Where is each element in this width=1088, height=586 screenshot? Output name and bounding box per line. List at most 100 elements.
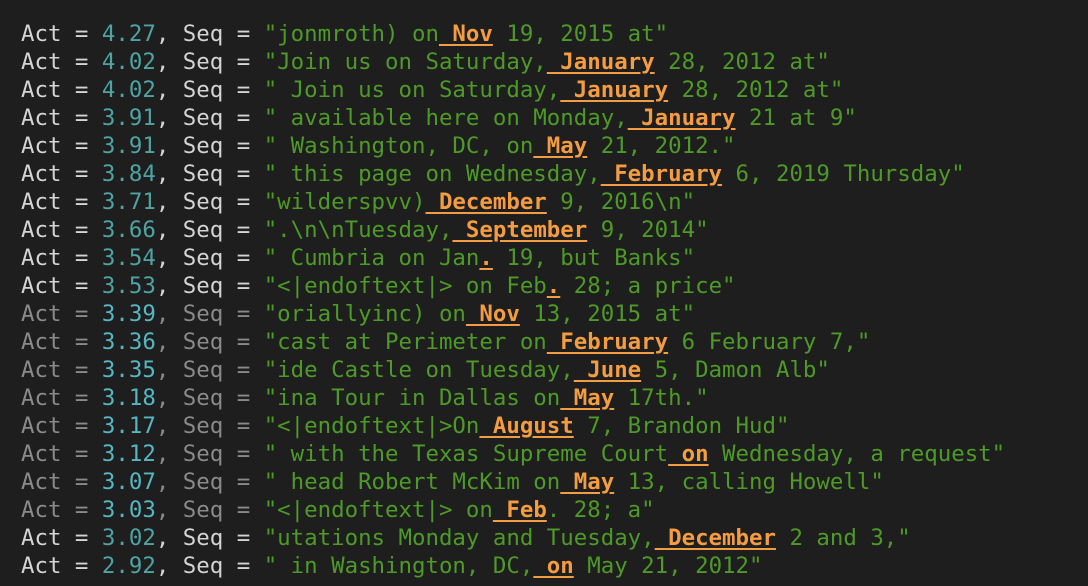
sequence-prefix: "jonmroth) on — [263, 21, 439, 47]
highlighted-token: Nov — [438, 21, 493, 47]
equals-sign: = — [223, 385, 264, 411]
seq-label: Seq — [182, 217, 224, 243]
equals-sign: = — [61, 441, 102, 467]
sequence-prefix: " Cumbria on Jan — [263, 245, 480, 271]
sequence-prefix: "wilderspvv) — [263, 189, 426, 215]
sequence-prefix: " Join us on Saturday, — [263, 77, 561, 103]
sequence-suffix: 28, 2012 at" — [668, 77, 844, 103]
highlighted-token: December — [654, 525, 776, 551]
act-label: Act — [21, 329, 62, 355]
activation-row: Act = 3.36, Seq = "cast at Perimeter on … — [21, 328, 1081, 356]
equals-sign: = — [223, 21, 264, 47]
highlighted-token: January — [560, 77, 669, 103]
highlighted-token: June — [573, 357, 642, 383]
activation-value: 4.02 — [101, 77, 156, 103]
seq-label: Seq — [182, 329, 224, 355]
sequence-suffix: 9, 2014" — [587, 217, 709, 243]
equals-sign: = — [223, 133, 264, 159]
separator-comma: , — [155, 105, 183, 131]
separator-comma: , — [155, 525, 183, 551]
highlighted-token: January — [546, 49, 655, 75]
act-label: Act — [21, 105, 62, 131]
equals-sign: = — [223, 357, 264, 383]
sequence-suffix: 9, 2016\n" — [546, 189, 696, 215]
activation-value: 3.02 — [101, 525, 156, 551]
seq-label: Seq — [182, 21, 224, 47]
equals-sign: = — [61, 329, 102, 355]
activation-value: 3.35 — [101, 357, 156, 383]
seq-label: Seq — [182, 385, 224, 411]
activation-value: 3.36 — [101, 329, 156, 355]
sequence-prefix: "oriallyinc) on — [263, 301, 466, 327]
activation-value: 2.92 — [101, 553, 156, 579]
activation-value: 3.53 — [101, 273, 156, 299]
equals-sign: = — [223, 441, 264, 467]
seq-label: Seq — [182, 525, 224, 551]
highlighted-token: February — [546, 329, 669, 355]
separator-comma: , — [155, 21, 183, 47]
act-label: Act — [21, 49, 62, 75]
sequence-prefix: "utations Monday and Tuesday, — [263, 525, 655, 551]
equals-sign: = — [61, 385, 102, 411]
sequence-prefix: "Join us on Saturday, — [263, 49, 547, 75]
act-label: Act — [21, 77, 62, 103]
seq-label: Seq — [182, 105, 224, 131]
activation-row: Act = 3.84, Seq = " this page on Wednesd… — [21, 160, 1081, 188]
separator-comma: , — [155, 553, 183, 579]
seq-label: Seq — [182, 245, 224, 271]
separator-comma: , — [155, 77, 183, 103]
sequence-prefix: "<|endoftext|> on — [263, 497, 493, 523]
equals-sign: = — [61, 105, 102, 131]
activation-row: Act = 3.35, Seq = "ide Castle on Tuesday… — [21, 356, 1081, 384]
sequence-prefix: "<|endoftext|>On — [263, 413, 480, 439]
equals-sign: = — [223, 49, 264, 75]
seq-label: Seq — [182, 273, 224, 299]
act-label: Act — [21, 357, 62, 383]
seq-label: Seq — [182, 133, 224, 159]
sequence-suffix: 2 and 3," — [775, 525, 911, 551]
sequence-suffix: 21 at 9" — [735, 105, 857, 131]
separator-comma: , — [155, 133, 183, 159]
activation-row: Act = 3.07, Seq = " head Robert McKim on… — [21, 468, 1081, 496]
sequence-suffix: 19, 2015 at" — [492, 21, 669, 47]
activation-value: 3.91 — [101, 105, 156, 131]
highlighted-token: December — [425, 189, 547, 215]
seq-label: Seq — [182, 413, 224, 439]
highlighted-token: on — [533, 553, 574, 579]
seq-label: Seq — [182, 49, 224, 75]
seq-label: Seq — [182, 497, 224, 523]
act-label: Act — [21, 217, 62, 243]
activation-row: Act = 3.53, Seq = "<|endoftext|> on Feb.… — [21, 272, 1081, 300]
equals-sign: = — [223, 161, 264, 187]
separator-comma: , — [155, 49, 183, 75]
activation-value: 3.18 — [101, 385, 156, 411]
activation-value: 4.27 — [101, 21, 156, 47]
seq-label: Seq — [182, 357, 224, 383]
seq-label: Seq — [182, 553, 224, 579]
sequence-prefix: " with the Texas Supreme Court — [263, 441, 669, 467]
activation-row: Act = 3.54, Seq = " Cumbria on Jan. 19, … — [21, 244, 1081, 272]
act-label: Act — [21, 413, 62, 439]
equals-sign: = — [223, 329, 264, 355]
activation-row: Act = 3.39, Seq = "oriallyinc) on Nov 13… — [21, 300, 1081, 328]
activation-row: Act = 3.91, Seq = " Washington, DC, on M… — [21, 132, 1081, 160]
highlighted-token: Feb — [492, 497, 547, 523]
sequence-suffix: 6 February 7," — [668, 329, 871, 355]
activation-row: Act = 4.02, Seq = "Join us on Saturday, … — [21, 48, 1081, 76]
activation-value: 3.66 — [101, 217, 156, 243]
act-label: Act — [21, 161, 62, 187]
sequence-suffix: 13, 2015 at" — [519, 301, 696, 327]
activation-row: Act = 3.12, Seq = " with the Texas Supre… — [21, 440, 1081, 468]
equals-sign: = — [223, 553, 264, 579]
separator-comma: , — [155, 329, 183, 355]
equals-sign: = — [61, 553, 102, 579]
act-label: Act — [21, 497, 62, 523]
seq-label: Seq — [182, 441, 224, 467]
highlighted-token: May — [533, 133, 588, 159]
highlighted-token: . — [546, 273, 561, 299]
sequence-suffix: 5, Damon Alb" — [641, 357, 830, 383]
act-label: Act — [21, 301, 62, 327]
sequence-prefix: "ina Tour in Dallas on — [263, 385, 561, 411]
activation-value: 3.12 — [101, 441, 156, 467]
separator-comma: , — [155, 497, 183, 523]
